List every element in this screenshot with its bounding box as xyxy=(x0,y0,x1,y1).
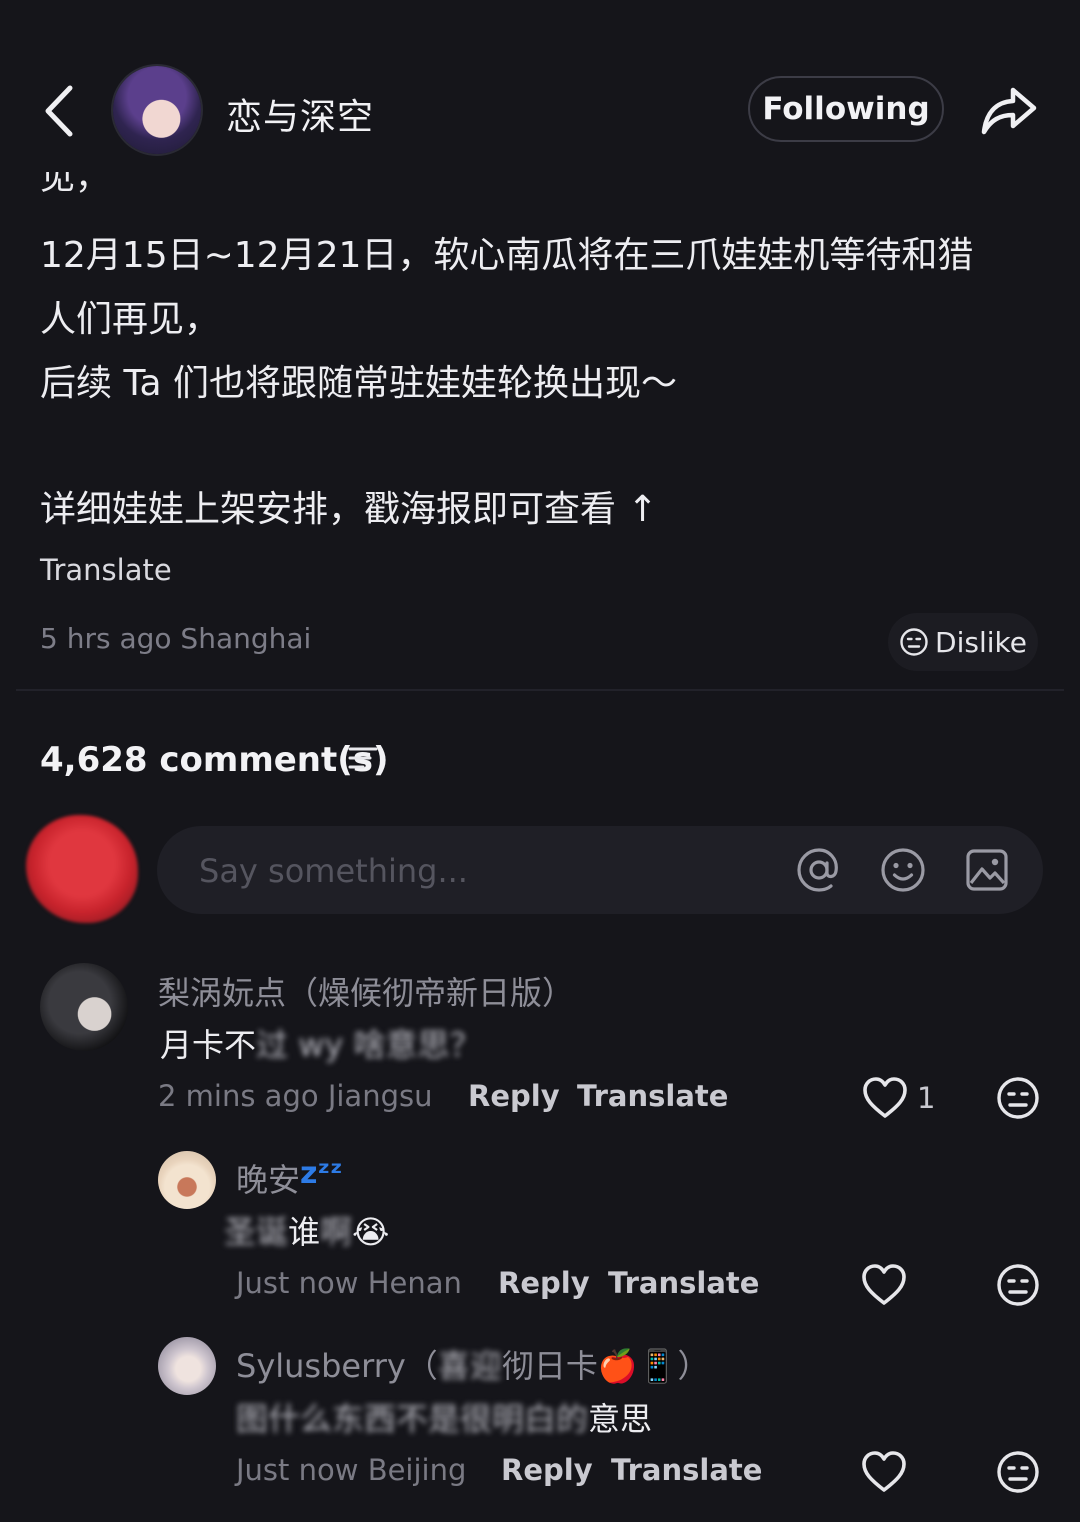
dislike-label: Dislike xyxy=(935,625,1027,659)
dislike-face-icon xyxy=(997,1077,1039,1119)
comment-count: 4,628 comment(s) xyxy=(40,740,389,780)
comment-text: 图什么东西不是很明白的意思 xyxy=(236,1394,652,1440)
sort-icon xyxy=(348,747,378,769)
commenter-name-visible-end: 彻日卡🍎📱） xyxy=(501,1347,710,1385)
comment-text-visible: 谁 xyxy=(288,1213,321,1251)
dislike-face-icon xyxy=(997,1451,1039,1493)
emoji-button[interactable] xyxy=(879,846,927,894)
share-button[interactable] xyxy=(980,84,1038,136)
crying-emoji: 😭 xyxy=(352,1213,390,1251)
at-sign-icon xyxy=(797,848,838,892)
comment-text-blurred-end: 啊 xyxy=(320,1213,353,1251)
dislike-face-icon xyxy=(900,628,928,656)
my-avatar[interactable] xyxy=(26,815,138,923)
share-icon xyxy=(981,87,1037,135)
commenter-name[interactable]: Sylusberry（喜迎彻日卡🍎📱） xyxy=(236,1341,710,1387)
post-text-line: 后续 Ta 们也将跟随常驻娃娃轮换出现～ xyxy=(40,363,677,404)
comment-translate-button[interactable]: Translate xyxy=(611,1453,762,1487)
heart-icon xyxy=(862,1451,906,1492)
comment-dislike-button[interactable] xyxy=(996,1263,1040,1307)
commenter-avatar[interactable] xyxy=(158,1151,216,1209)
author-avatar[interactable] xyxy=(113,66,201,154)
comment-text-blurred: 什么东西不是很明白的 xyxy=(268,1400,589,1438)
comment-text-visible: 月卡不 xyxy=(160,1026,257,1064)
image-button[interactable] xyxy=(963,846,1011,894)
divider xyxy=(16,689,1064,691)
commenter-name[interactable]: 晚安zᶻᶻ xyxy=(236,1155,343,1201)
comment-text-blurred: 过 wy 啥 xyxy=(256,1026,386,1064)
post-time-location: 5 hrs ago Shanghai xyxy=(40,622,312,655)
comment-dislike-button[interactable] xyxy=(996,1450,1040,1494)
post-text-cutoff: 见， xyxy=(40,172,111,198)
emoji-icon xyxy=(881,848,925,892)
dislike-face-icon xyxy=(997,1264,1039,1306)
commenter-name-blurred: 喜迎 xyxy=(437,1347,502,1385)
comment-text: 月卡不过 wy 啥意思？ xyxy=(160,1020,482,1066)
author-name[interactable]: 恋与深空 xyxy=(226,88,374,140)
comment-text-visible: 图 xyxy=(236,1400,269,1438)
comment-input-box[interactable] xyxy=(157,826,1043,914)
comment-time-location: Just now Henan xyxy=(236,1266,462,1300)
reply-button[interactable]: Reply xyxy=(498,1266,590,1300)
comment-input[interactable] xyxy=(197,848,761,894)
comment-time-location: 2 mins ago Jiangsu xyxy=(158,1079,433,1113)
comment-translate-button[interactable]: Translate xyxy=(608,1266,759,1300)
comment-time-location: Just now Beijing xyxy=(236,1453,467,1487)
post-translate-link[interactable]: Translate xyxy=(40,553,172,587)
post-text-line: 人们再见， xyxy=(40,299,221,340)
commenter-avatar[interactable] xyxy=(158,1337,216,1395)
image-icon xyxy=(966,849,1008,891)
commenter-avatar[interactable] xyxy=(40,963,128,1051)
comment-text-visible-end: 意思 xyxy=(588,1400,653,1438)
reply-button[interactable]: Reply xyxy=(468,1079,560,1113)
heart-icon xyxy=(863,1077,907,1118)
commenter-name-text: 晚安 xyxy=(236,1161,301,1199)
comment-text-visible-end: 意思？ xyxy=(385,1026,482,1064)
mention-button[interactable] xyxy=(795,846,843,894)
commenter-name-visible: Sylusberry（ xyxy=(236,1347,438,1385)
comment-text-blurred: 圣诞 xyxy=(224,1213,289,1251)
like-button[interactable] xyxy=(862,1076,908,1120)
post-text-line: 12月15日~12月21日，软心南瓜将在三爪娃娃机等待和猎 xyxy=(40,235,974,276)
sort-button[interactable] xyxy=(347,744,379,774)
commenter-name[interactable]: 梨涡妧点（燥候彻帝新日版） xyxy=(158,968,574,1014)
like-button[interactable] xyxy=(861,1263,907,1307)
sleep-zzz-icon: zᶻᶻ xyxy=(300,1156,343,1191)
reply-button[interactable]: Reply xyxy=(501,1453,593,1487)
like-count: 1 xyxy=(917,1081,936,1115)
comment-text: 圣诞谁啊😭 xyxy=(224,1207,389,1253)
following-button[interactable]: Following xyxy=(748,76,944,142)
comment-dislike-button[interactable] xyxy=(996,1076,1040,1120)
dislike-button[interactable]: Dislike xyxy=(888,613,1038,671)
like-button[interactable] xyxy=(861,1450,907,1494)
comment-translate-button[interactable]: Translate xyxy=(577,1079,728,1113)
post-text-cutoff-line: 见， xyxy=(40,172,110,200)
heart-icon xyxy=(862,1264,906,1305)
back-button[interactable] xyxy=(38,82,82,140)
post-text-line: 详细娃娃上架安排，戳海报即可查看 ↑ xyxy=(40,489,658,530)
back-arrow-icon xyxy=(45,85,73,137)
